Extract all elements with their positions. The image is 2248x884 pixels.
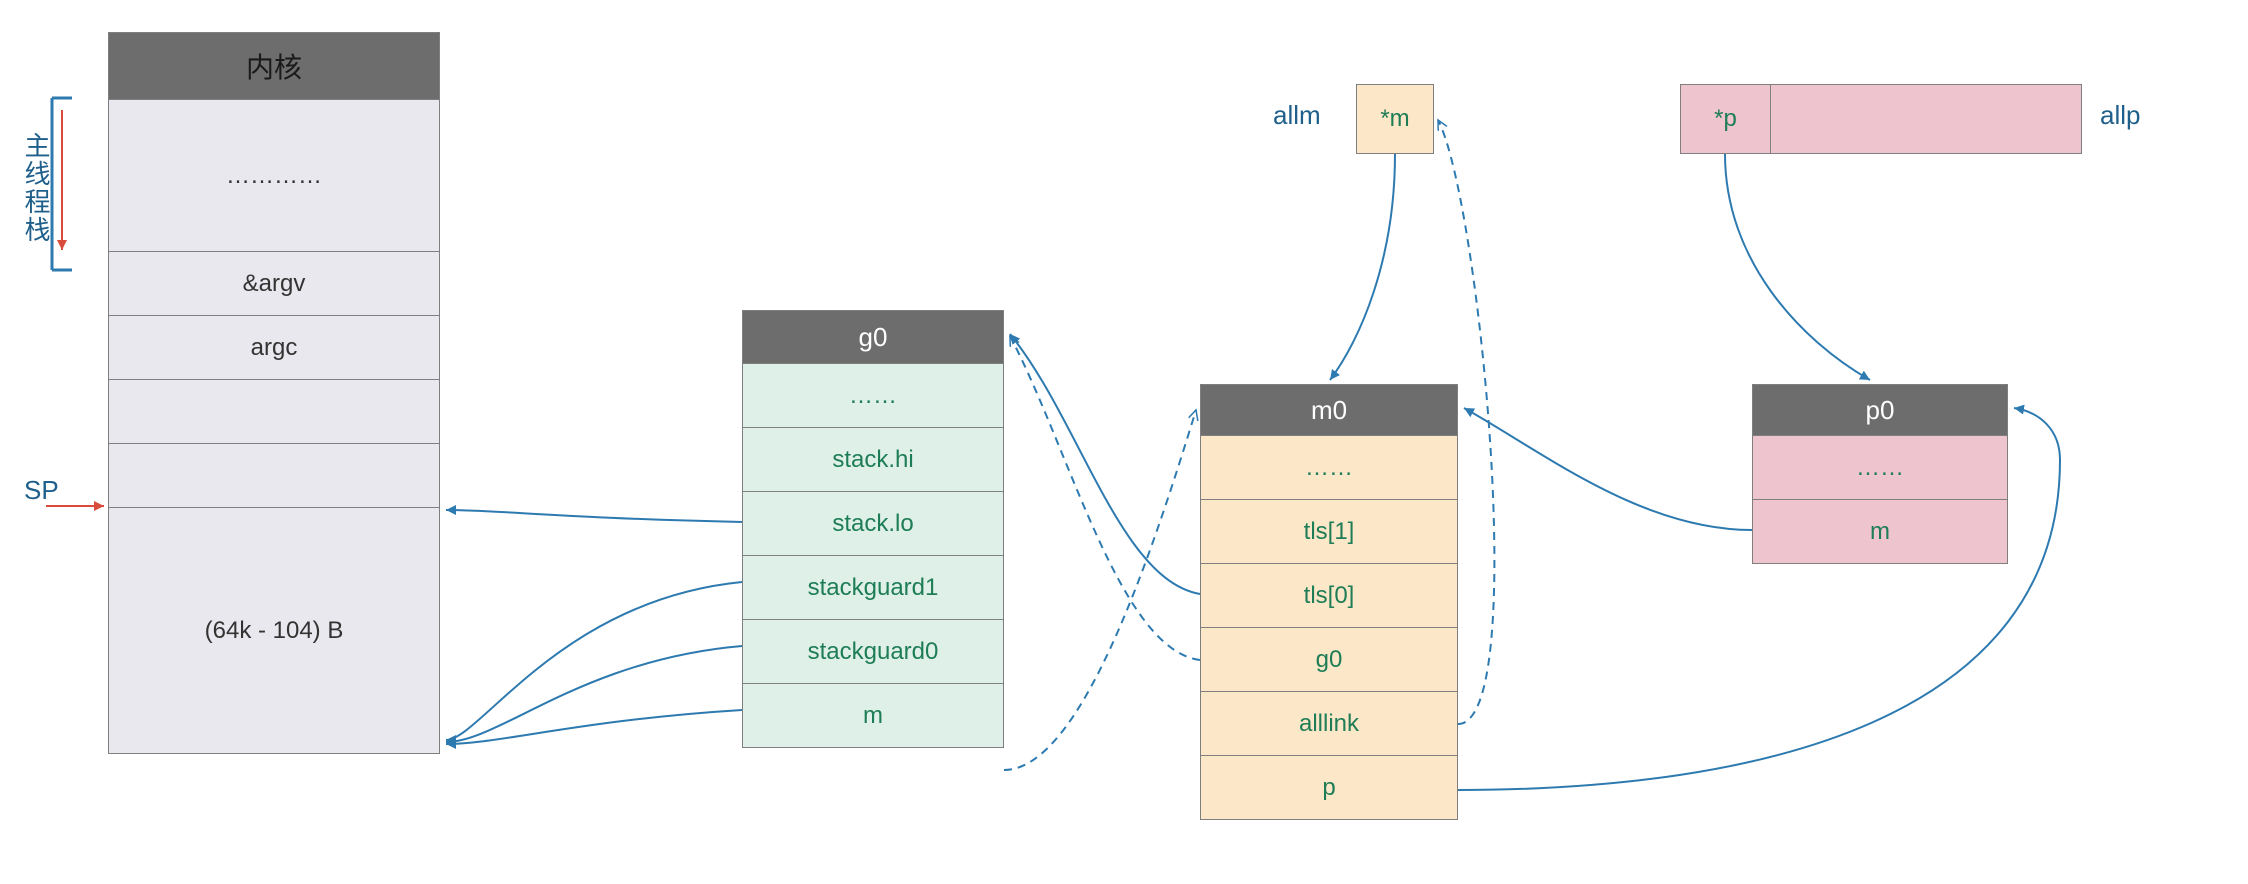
g0-row-stackguard0: stackguard0 (743, 619, 1003, 683)
g0-row-stacklo: stack.lo (743, 491, 1003, 555)
stack-row-ellipsis: ………… (109, 99, 439, 251)
allp-cell: *p (1681, 85, 1771, 153)
stack-row-bottom: (64k - 104) B (109, 507, 439, 753)
m0-row-alllink: alllink (1201, 691, 1457, 755)
g0-row-m: m (743, 683, 1003, 747)
p0-header: p0 (1753, 385, 2007, 435)
g0-block: g0 …… stack.hi stack.lo stackguard1 stac… (742, 310, 1004, 748)
stack-row-argc: argc (109, 315, 439, 379)
main-thread-stack-label: 主线程栈 (18, 132, 55, 244)
m0-row-p: p (1201, 755, 1457, 819)
p0-row-ellipsis: …… (1753, 435, 2007, 499)
g0-row-stackguard1: stackguard1 (743, 555, 1003, 619)
allm-label: allm (1273, 100, 1321, 131)
m0-row-g0: g0 (1201, 627, 1457, 691)
allm-cell: *m (1356, 84, 1434, 154)
m0-row-ellipsis: …… (1201, 435, 1457, 499)
stack-row-empty2 (109, 443, 439, 507)
allm-cell-text: *m (1380, 105, 1409, 133)
stack-block: 内核 ………… &argv argc (64k - 104) B (108, 32, 440, 754)
stack-header: 内核 (109, 33, 439, 99)
stack-row-argv: &argv (109, 251, 439, 315)
sp-label: SP (24, 475, 59, 506)
m0-row-tls0: tls[0] (1201, 563, 1457, 627)
g0-header: g0 (743, 311, 1003, 363)
g0-row-ellipsis: …… (743, 363, 1003, 427)
m0-row-tls1: tls[1] (1201, 499, 1457, 563)
p0-row-m: m (1753, 499, 2007, 563)
m0-block: m0 …… tls[1] tls[0] g0 alllink p (1200, 384, 1458, 820)
stack-row-empty (109, 379, 439, 443)
m0-header: m0 (1201, 385, 1457, 435)
g0-row-stackhi: stack.hi (743, 427, 1003, 491)
p0-block: p0 …… m (1752, 384, 2008, 564)
allp-array: *p (1680, 84, 2082, 154)
allp-label: allp (2100, 100, 2140, 131)
